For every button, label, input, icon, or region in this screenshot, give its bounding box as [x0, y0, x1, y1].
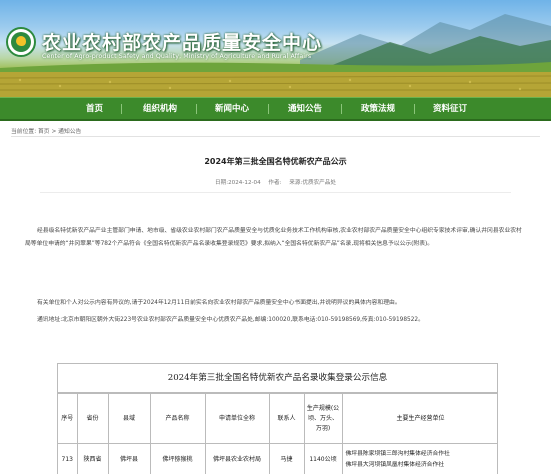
article-paragraph-1: 经县级名特优新农产品产业主管部门申请、地市级、省级农业农村部门农产品质量安全与优…	[25, 228, 522, 247]
header-county: 县域	[107, 393, 151, 444]
site-title: 农业农村部农产品质量安全中心	[42, 32, 323, 54]
header-no: 序号	[58, 393, 78, 444]
table-row: 713 陕西省 佛坪县 佛坪猕猴桃 佛坪县农业农村局 马捷 1140公顷 佛坪县…	[58, 443, 497, 474]
table-caption: 2024年第三批全国名特优新农产品名录收集登录公示信息	[58, 364, 497, 393]
breadcrumb-separator: >	[51, 129, 57, 135]
breadcrumb-current[interactable]: 通知公告	[58, 129, 81, 135]
nav-policies[interactable]: 政策法规	[361, 98, 395, 120]
title-divider	[40, 192, 511, 193]
header-province: 省份	[76, 393, 109, 444]
data-table: 序号 省份 县域 产品名称 申请单位全称 联系人 生产规模(公顷、万头、万羽) …	[58, 393, 497, 474]
site-logo[interactable]	[6, 27, 36, 57]
breadcrumb: 当前位置: 首页 > 通知公告	[11, 126, 81, 135]
site-subtitle: Center of Agro-product Safety and Qualit…	[42, 53, 312, 60]
author-label: 作者:	[268, 180, 282, 186]
nav-divider	[121, 104, 122, 114]
nav-home[interactable]: 首页	[86, 98, 103, 120]
cell-applicant: 佛坪县农业农村局	[204, 443, 270, 474]
breadcrumb-divider	[11, 136, 540, 137]
nav-news[interactable]: 新闻中心	[215, 98, 249, 120]
main-nav: 首页 组织机构 新闻中心 通知公告 政策法规 资料征订	[0, 97, 551, 121]
header-product: 产品名称	[149, 393, 206, 444]
nav-divider	[268, 104, 269, 114]
nav-divider	[196, 104, 197, 114]
cell-scale: 1140公顷	[303, 443, 343, 474]
header-applicant: 申请单位全称	[204, 393, 270, 444]
source-label: 来源:	[289, 180, 303, 186]
header-units: 主要生产经营单位	[341, 393, 497, 444]
article-meta: 日期:2024-12-04 作者: 来源:优质农产品处	[0, 178, 551, 186]
date-label: 日期:	[215, 180, 229, 186]
nav-divider	[414, 104, 415, 114]
cell-product: 佛坪猕猴桃	[149, 443, 206, 474]
breadcrumb-label: 当前位置:	[11, 129, 37, 135]
article-paragraph-2: 有关单位和个人对公示内容有异议的,请于2024年12月11日前实名向农业农村部农…	[37, 300, 401, 306]
table-header-row: 序号 省份 县域 产品名称 申请单位全称 联系人 生产规模(公顷、万头、万羽) …	[58, 393, 497, 444]
cell-county: 佛坪县	[107, 443, 151, 474]
publicity-table: 2024年第三批全国名特优新农产品名录收集登录公示信息 序号 省份 县域 产品名…	[57, 363, 498, 474]
header-contact: 联系人	[268, 393, 305, 444]
nav-organization[interactable]: 组织机构	[143, 98, 177, 120]
site-banner: 农业农村部农产品质量安全中心 Center of Agro-product Sa…	[0, 0, 551, 97]
cell-province: 陕西省	[76, 443, 109, 474]
cell-contact: 马捷	[268, 443, 305, 474]
nav-notices[interactable]: 通知公告	[288, 98, 322, 120]
nav-materials[interactable]: 资料征订	[433, 98, 467, 120]
cell-units: 佛坪县陈家坝镇三郎沟村集体经济合作社 佛坪县大河坝镇凤凰村集体经济合作社	[341, 443, 497, 474]
nav-divider	[341, 104, 342, 114]
article-paragraph-3: 通讯地址:北京市朝阳区朝外大街223号农业农村部农产品质量安全中心优质农产品处,…	[37, 317, 424, 323]
article-date: 2024-12-04	[228, 180, 261, 186]
cell-no: 713	[58, 443, 78, 474]
article-source: 优质农产品处	[302, 180, 336, 186]
article-title: 2024年第三批全国名特优新农产品公示	[204, 157, 347, 166]
breadcrumb-home[interactable]: 首页	[38, 129, 50, 135]
header-scale: 生产规模(公顷、万头、万羽)	[303, 393, 343, 444]
